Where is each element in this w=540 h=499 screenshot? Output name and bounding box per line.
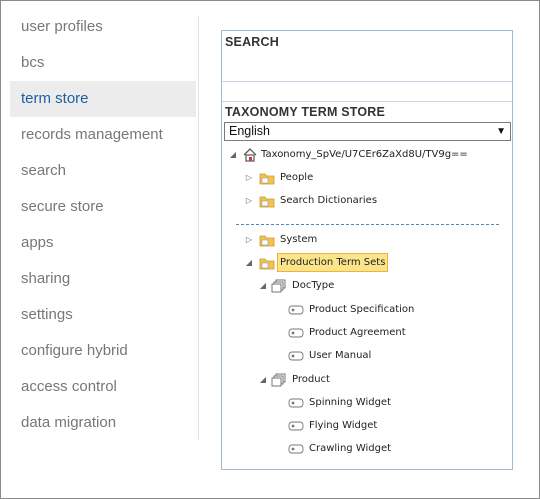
collapsed-arrow-icon[interactable]: ▷ xyxy=(244,192,254,210)
term-label[interactable]: Spinning Widget xyxy=(309,394,391,412)
tree-node-label-doctype[interactable]: DocType xyxy=(292,277,334,295)
term-icon xyxy=(288,444,304,454)
tree-node-label-search-dictionaries[interactable]: Search Dictionaries xyxy=(280,192,377,210)
left-navigation: user profiles bcs term store records man… xyxy=(10,9,196,441)
nav-item-sharing[interactable]: sharing xyxy=(10,261,196,297)
expanded-arrow-icon[interactable]: ◢ xyxy=(228,146,238,164)
nav-item-secure-store[interactable]: secure store xyxy=(10,189,196,225)
nav-item-apps[interactable]: apps xyxy=(10,225,196,261)
folder-icon xyxy=(259,258,275,270)
tree-node-label-production-term-sets[interactable]: Production Term Sets xyxy=(277,253,389,272)
term-set-icon xyxy=(271,279,286,293)
tree-node-label-system[interactable]: System xyxy=(280,231,317,249)
term-icon xyxy=(288,351,304,361)
tree-node-label-root[interactable]: Taxonomy_SpVe/U7CEr6ZaXd8U/TV9g== xyxy=(261,146,468,164)
term-store-icon xyxy=(243,148,257,162)
term-icon xyxy=(288,421,304,431)
nav-item-data-migration[interactable]: data migration xyxy=(10,405,196,441)
vertical-divider xyxy=(198,16,199,440)
term-label[interactable]: Product Agreement xyxy=(309,324,406,342)
expanded-arrow-icon[interactable]: ◢ xyxy=(258,277,268,295)
collapsed-arrow-icon[interactable]: ▷ xyxy=(244,231,254,249)
tree-separator xyxy=(236,224,499,225)
nav-item-settings[interactable]: settings xyxy=(10,297,196,333)
nav-item-user-profiles[interactable]: user profiles xyxy=(10,9,196,45)
nav-item-bcs[interactable]: bcs xyxy=(10,45,196,81)
nav-item-search[interactable]: search xyxy=(10,153,196,189)
nav-item-term-store[interactable]: term store xyxy=(10,81,196,117)
nav-item-records-management[interactable]: records management xyxy=(10,117,196,153)
folder-icon xyxy=(259,196,275,208)
nav-item-configure-hybrid[interactable]: configure hybrid xyxy=(10,333,196,369)
taxonomy-tree: ◢ Taxonomy_SpVe/U7CEr6ZaXd8U/TV9g== ▷ Pe… xyxy=(222,31,512,469)
term-icon xyxy=(288,328,304,338)
collapsed-arrow-icon[interactable]: ▷ xyxy=(244,169,254,187)
tree-node-label-people[interactable]: People xyxy=(280,169,313,187)
tree-node-label-product[interactable]: Product xyxy=(292,371,330,389)
term-label[interactable]: User Manual xyxy=(309,347,371,365)
expanded-arrow-icon[interactable]: ◢ xyxy=(258,371,268,389)
folder-icon xyxy=(259,173,275,185)
term-set-icon xyxy=(271,373,286,387)
nav-item-access-control[interactable]: access control xyxy=(10,369,196,405)
term-store-panel: SEARCH TAXONOMY TERM STORE English ▼ ◢ T… xyxy=(221,30,513,470)
term-label[interactable]: Product Specification xyxy=(309,301,414,319)
expanded-arrow-icon[interactable]: ◢ xyxy=(244,254,254,272)
term-icon xyxy=(288,398,304,408)
term-icon xyxy=(288,305,304,315)
term-label[interactable]: Flying Widget xyxy=(309,417,377,435)
term-label[interactable]: Crawling Widget xyxy=(309,440,391,458)
folder-icon xyxy=(259,235,275,247)
